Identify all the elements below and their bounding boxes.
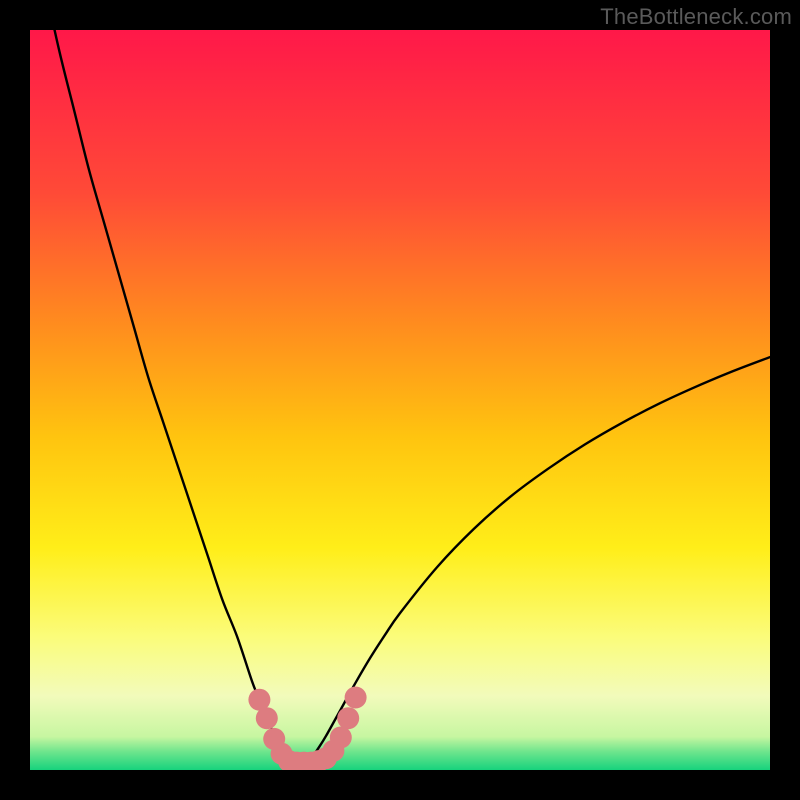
bottleneck-curve [30, 30, 770, 763]
optimal-marker [337, 707, 359, 729]
plot-area [30, 30, 770, 770]
optimal-marker [345, 686, 367, 708]
optimal-marker [256, 707, 278, 729]
chart-frame: TheBottleneck.com [0, 0, 800, 800]
watermark-text: TheBottleneck.com [600, 4, 792, 30]
chart-svg [30, 30, 770, 770]
optimal-marker [330, 726, 352, 748]
